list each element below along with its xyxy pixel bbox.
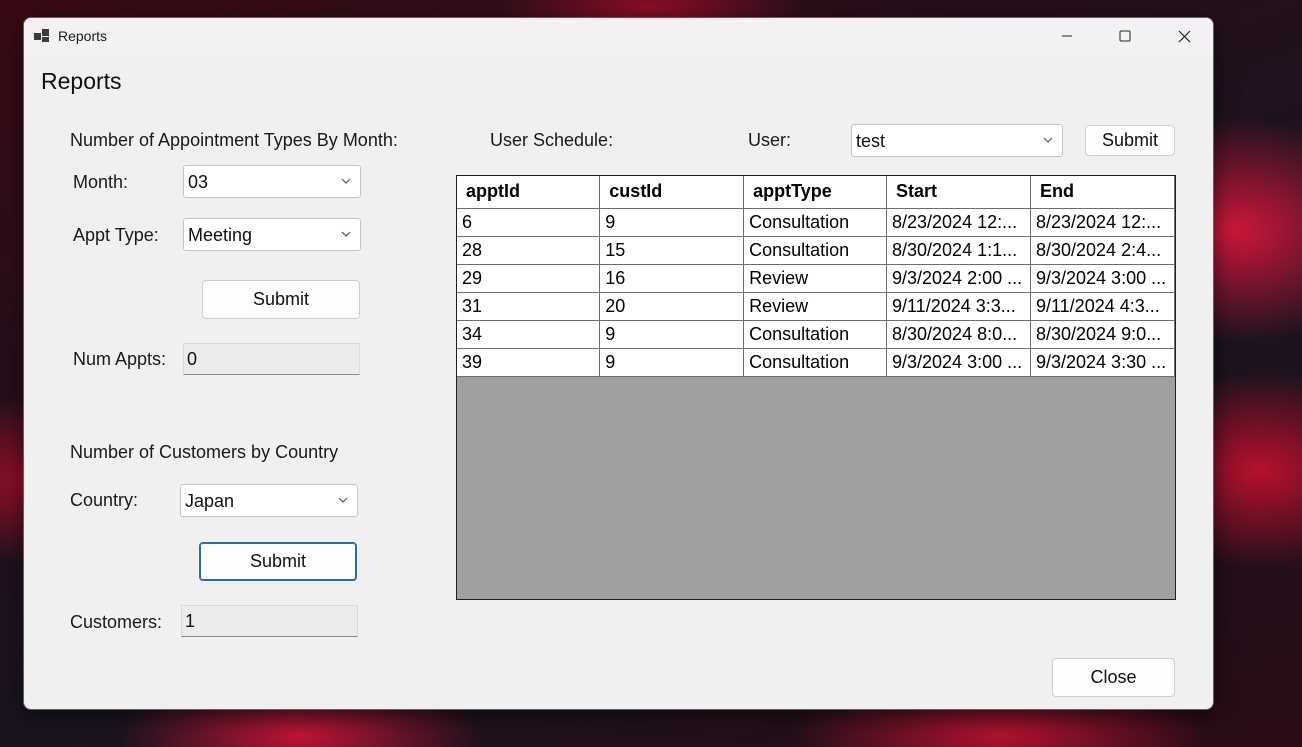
customers-section-title: Number of Customers by Country bbox=[70, 442, 339, 462]
cell-appttype[interactable]: Consultation bbox=[743, 319, 887, 349]
cell-custid[interactable]: 20 bbox=[599, 291, 745, 321]
cell-apptid[interactable]: 28 bbox=[457, 235, 601, 265]
maximize-button[interactable] bbox=[1096, 18, 1154, 54]
cell-custid[interactable]: 9 bbox=[599, 319, 745, 349]
cell-custid[interactable]: 15 bbox=[599, 235, 745, 265]
chevron-down-icon bbox=[1043, 137, 1053, 143]
table-row[interactable]: 39 9 Consultation 9/3/2024 3:00 ... 9/3/… bbox=[457, 347, 1175, 377]
close-window-button[interactable] bbox=[1155, 18, 1213, 54]
customers-label: Customers: bbox=[70, 612, 163, 632]
customers-count-field[interactable]: 1 bbox=[181, 605, 358, 637]
user-schedule-title: User Schedule: bbox=[490, 130, 614, 150]
country-value: Japan bbox=[185, 491, 235, 511]
chevron-down-icon bbox=[338, 497, 348, 503]
cell-apptid[interactable]: 29 bbox=[457, 263, 601, 293]
cell-appttype[interactable]: Consultation bbox=[743, 207, 887, 237]
window-title: Reports bbox=[58, 28, 108, 44]
table-row[interactable]: 28 15 Consultation 8/30/2024 1:1... 8/30… bbox=[457, 235, 1175, 265]
column-header-apptid[interactable]: apptId bbox=[457, 176, 601, 209]
num-appts-value: 0 bbox=[187, 349, 198, 369]
cell-start[interactable]: 9/11/2024 3:3... bbox=[886, 291, 1031, 321]
country-submit-button[interactable]: Submit bbox=[199, 542, 357, 581]
column-header-custid[interactable]: custId bbox=[599, 176, 745, 209]
schedule-table: apptId custId apptType Start End 6 9 Con… bbox=[457, 176, 1175, 377]
cell-end[interactable]: 8/23/2024 12:... bbox=[1029, 207, 1175, 237]
form-heading: Reports bbox=[41, 68, 122, 94]
cell-appttype[interactable]: Review bbox=[743, 263, 887, 293]
table-header-row: apptId custId apptType Start End bbox=[457, 176, 1175, 209]
country-combobox[interactable]: Japan bbox=[180, 484, 358, 517]
reports-window: Reports Reports Number of Appointment Ty… bbox=[23, 17, 1214, 710]
customers-count-value: 1 bbox=[185, 611, 196, 631]
cell-end[interactable]: 9/11/2024 4:3... bbox=[1029, 291, 1175, 321]
cell-apptid[interactable]: 39 bbox=[457, 347, 601, 377]
cell-end[interactable]: 9/3/2024 3:00 ... bbox=[1029, 263, 1175, 293]
appt-type-label: Appt Type: bbox=[73, 225, 159, 245]
appt-type-value: Meeting bbox=[188, 225, 253, 245]
num-appts-field[interactable]: 0 bbox=[183, 343, 360, 375]
maximize-icon bbox=[1119, 30, 1131, 42]
cell-appttype[interactable]: Review bbox=[743, 291, 887, 321]
month-value: 03 bbox=[188, 172, 209, 192]
num-appts-label: Num Appts: bbox=[73, 349, 167, 369]
table-row[interactable]: 29 16 Review 9/3/2024 2:00 ... 9/3/2024 … bbox=[457, 263, 1175, 293]
user-schedule-submit-button[interactable]: Submit bbox=[1085, 125, 1175, 156]
cell-start[interactable]: 9/3/2024 3:00 ... bbox=[886, 347, 1031, 377]
user-value: test bbox=[856, 131, 886, 151]
cell-custid[interactable]: 9 bbox=[599, 347, 745, 377]
cell-custid[interactable]: 16 bbox=[599, 263, 745, 293]
cell-apptid[interactable]: 6 bbox=[457, 207, 601, 237]
table-row[interactable]: 34 9 Consultation 8/30/2024 8:0... 8/30/… bbox=[457, 319, 1175, 349]
close-button[interactable]: Close bbox=[1052, 658, 1175, 697]
table-row[interactable]: 31 20 Review 9/11/2024 3:3... 9/11/2024 … bbox=[457, 291, 1175, 321]
cell-appttype[interactable]: Consultation bbox=[743, 347, 887, 377]
schedule-data-grid[interactable]: apptId custId apptType Start End 6 9 Con… bbox=[456, 175, 1176, 600]
month-combobox[interactable]: 03 bbox=[183, 165, 361, 198]
user-combobox[interactable]: test bbox=[851, 124, 1063, 157]
column-header-appttype[interactable]: apptType bbox=[743, 176, 887, 209]
chevron-down-icon bbox=[341, 231, 351, 237]
cell-start[interactable]: 9/3/2024 2:00 ... bbox=[886, 263, 1031, 293]
cell-apptid[interactable]: 34 bbox=[457, 319, 601, 349]
cell-end[interactable]: 8/30/2024 2:4... bbox=[1029, 235, 1175, 265]
cell-end[interactable]: 9/3/2024 3:30 ... bbox=[1029, 347, 1175, 377]
user-label: User: bbox=[748, 130, 792, 150]
cell-start[interactable]: 8/30/2024 8:0... bbox=[886, 319, 1031, 349]
table-row[interactable]: 6 9 Consultation 8/23/2024 12:... 8/23/2… bbox=[457, 207, 1175, 237]
cell-appttype[interactable]: Consultation bbox=[743, 235, 887, 265]
cell-start[interactable]: 8/30/2024 1:1... bbox=[886, 235, 1031, 265]
country-label: Country: bbox=[70, 490, 139, 510]
cell-start[interactable]: 8/23/2024 12:... bbox=[886, 207, 1031, 237]
appt-submit-button[interactable]: Submit bbox=[202, 280, 360, 319]
cell-end[interactable]: 8/30/2024 9:0... bbox=[1029, 319, 1175, 349]
column-header-end[interactable]: End bbox=[1029, 176, 1175, 209]
chevron-down-icon bbox=[341, 178, 351, 184]
column-header-start[interactable]: Start bbox=[886, 176, 1031, 209]
month-label: Month: bbox=[73, 172, 129, 192]
minimize-button[interactable] bbox=[1038, 18, 1096, 54]
close-icon bbox=[1178, 30, 1190, 42]
appt-type-combobox[interactable]: Meeting bbox=[183, 218, 361, 251]
minimize-icon bbox=[1062, 35, 1072, 37]
cell-apptid[interactable]: 31 bbox=[457, 291, 601, 321]
app-icon bbox=[34, 28, 50, 44]
appt-types-section-title: Number of Appointment Types By Month: bbox=[70, 130, 398, 150]
title-bar[interactable]: Reports bbox=[24, 18, 1213, 54]
cell-custid[interactable]: 9 bbox=[599, 207, 745, 237]
